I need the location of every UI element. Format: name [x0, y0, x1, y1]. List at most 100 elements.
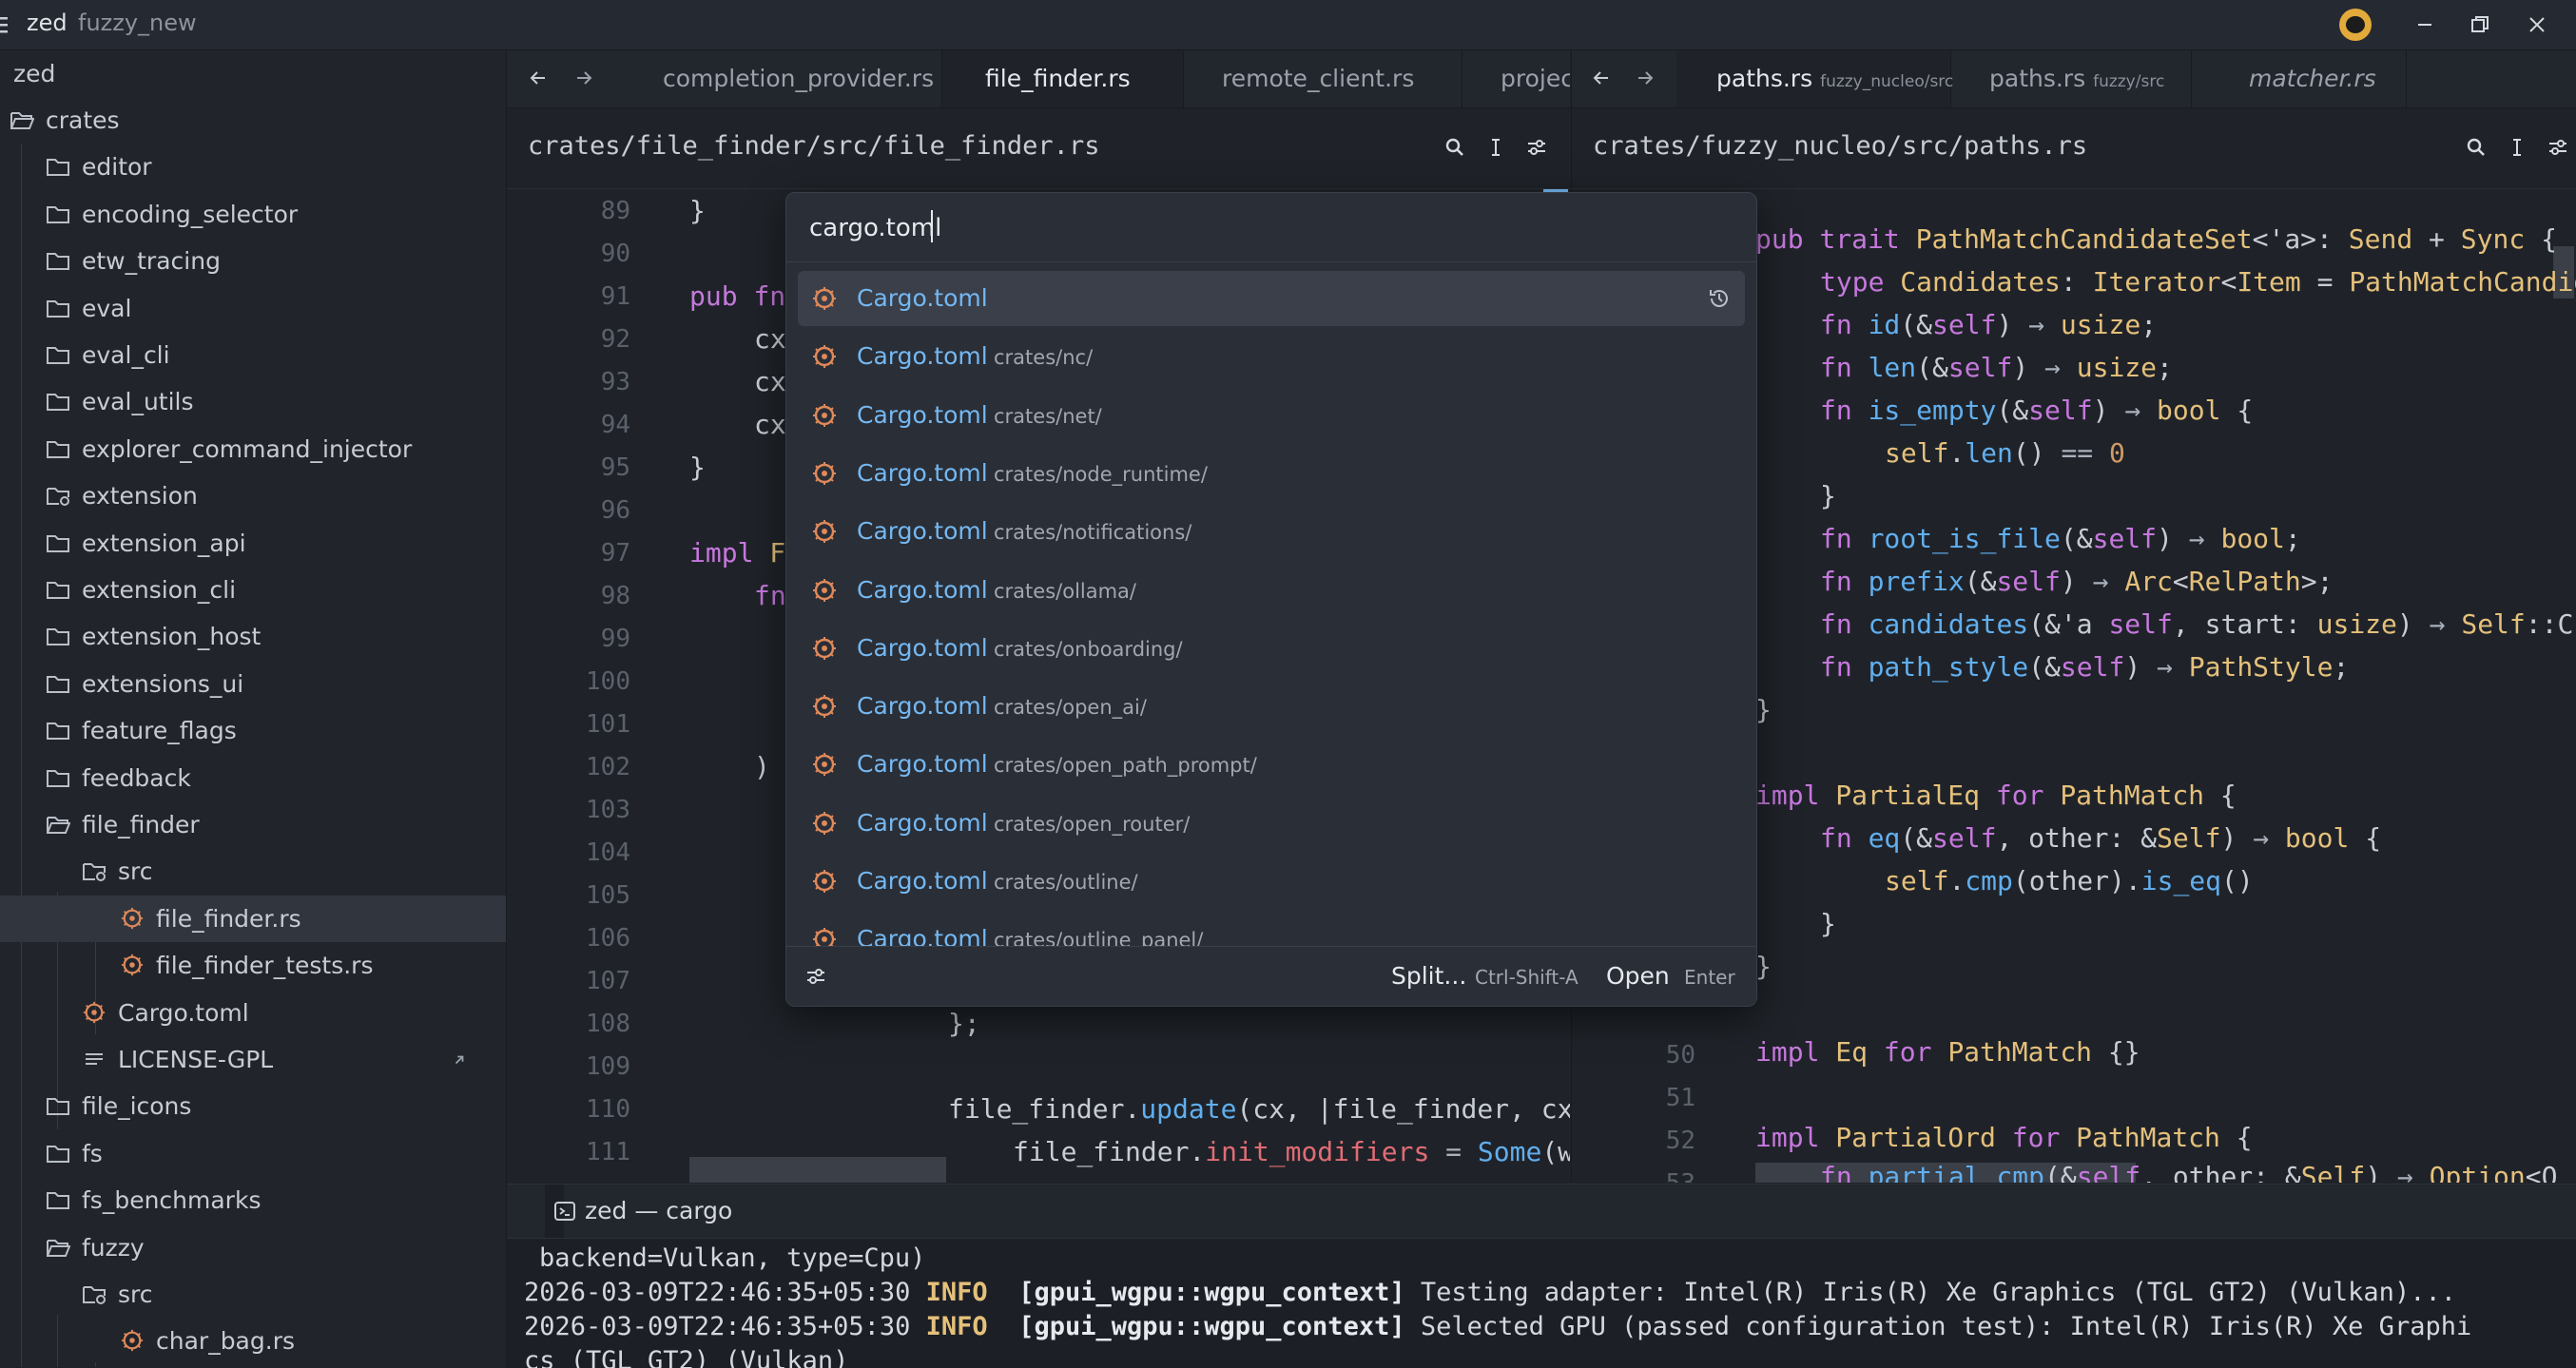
branch-name[interactable]: fuzzy_new — [78, 10, 197, 36]
tree-item[interactable]: fs_benchmarks — [0, 1177, 506, 1223]
tree-item-label: extension_cli — [82, 576, 237, 604]
tree-item[interactable]: extensions_ui — [0, 661, 506, 707]
code-line: cx — [754, 366, 786, 397]
tree-item[interactable]: file_finder — [0, 801, 506, 848]
tab-paths-fuzzy[interactable]: paths.rs fuzzy/src — [1951, 50, 2192, 107]
terminal-tab[interactable]: zed — cargo — [545, 1185, 732, 1238]
tree-item[interactable]: file_finder_tests.rs — [0, 942, 506, 989]
folder-icon — [46, 1142, 70, 1165]
finder-result-item[interactable]: Cargo.toml crates/net/ — [798, 388, 1745, 443]
code-line: } — [1755, 951, 1772, 982]
open-button[interactable]: Open — [1606, 962, 1670, 990]
tab-project[interactable]: project.rs — [1462, 50, 1570, 107]
text-cursor-icon[interactable] — [2505, 135, 2529, 160]
tree-item[interactable]: etw_tracing — [0, 238, 506, 284]
code-line: cx — [754, 323, 786, 355]
tree-item-label: eval_cli — [82, 341, 170, 369]
tree-item[interactable]: feedback — [0, 755, 506, 801]
finder-result-item[interactable]: Cargo.toml crates/open_path_prompt/ — [798, 737, 1745, 792]
rust-file-icon — [811, 461, 838, 486]
search-icon[interactable] — [1443, 135, 1467, 160]
breadcrumb[interactable]: crates/fuzzy_nucleo/src/paths.rs — [1593, 131, 2087, 161]
arrow-left-icon[interactable] — [526, 66, 551, 90]
tree-item[interactable]: feature_flags — [0, 707, 506, 754]
history-icon[interactable] — [1707, 286, 1732, 311]
tree-item[interactable]: extension_cli — [0, 567, 506, 613]
line-number: 110 — [586, 1095, 630, 1124]
sliders-icon[interactable] — [2546, 135, 2570, 160]
tab-file-finder[interactable]: file_finder.rs — [942, 50, 1184, 107]
tree-item[interactable]: file_icons — [0, 1083, 506, 1129]
tree-item[interactable]: extension_host — [0, 613, 506, 660]
arrow-left-icon[interactable] — [1589, 66, 1614, 90]
finder-result-item[interactable]: Cargo.toml crates/open_router/ — [798, 796, 1745, 851]
finder-result-item[interactable]: Cargo.toml crates/node_runtime/ — [798, 446, 1745, 501]
tree-item[interactable]: eval — [0, 285, 506, 332]
tree-item[interactable]: LICENSE-GPL — [0, 1036, 506, 1083]
minimize-icon[interactable] — [2411, 11, 2438, 38]
result-file-path: crates/net/ — [994, 404, 1102, 428]
tab-matcher[interactable]: matcher.rs — [2192, 50, 2407, 107]
tree-item[interactable]: editor — [0, 144, 506, 190]
line-number: 109 — [586, 1052, 630, 1081]
terminal-panel[interactable]: zed — cargo backend=Vulkan, type=Cpu) 20… — [507, 1184, 2576, 1368]
rust-file-icon — [82, 1001, 107, 1024]
tree-item[interactable]: src — [0, 1271, 506, 1318]
project-name[interactable]: zed — [27, 10, 68, 36]
sliders-icon[interactable] — [804, 964, 828, 989]
title-bar: zed fuzzy_new — [0, 0, 2576, 50]
code-line: fn is_empty(&self) → bool { — [1820, 395, 2254, 426]
code-line: ) — [754, 751, 770, 782]
tree-item[interactable]: Cargo.toml — [0, 990, 506, 1036]
close-icon[interactable] — [2524, 11, 2550, 38]
line-number: 101 — [586, 710, 630, 739]
finder-result-item[interactable]: Cargo.toml crates/nc/ — [798, 329, 1745, 384]
finder-result-item[interactable]: Cargo.toml crates/notifications/ — [798, 504, 1745, 559]
tree-item[interactable]: src — [0, 848, 506, 895]
folder-open-icon — [46, 813, 70, 836]
file-search-input[interactable] — [807, 210, 1724, 246]
folder-icon — [46, 390, 70, 413]
code-line: pub fn — [689, 280, 786, 312]
external-link-icon — [455, 1055, 464, 1065]
tab-paths-fuzzy-nucleo[interactable]: paths.rs fuzzy_nucleo/src — [1676, 50, 1953, 107]
user-avatar[interactable] — [2339, 9, 2372, 41]
text-cursor-icon[interactable] — [1483, 135, 1508, 160]
split-button[interactable]: Split... — [1391, 962, 1466, 990]
arrow-right-icon[interactable] — [1633, 66, 1657, 90]
result-file-path: crates/node_runtime/ — [994, 462, 1208, 486]
tree-item[interactable]: extension_api — [0, 520, 506, 567]
folder-icon — [46, 1188, 70, 1211]
breadcrumb[interactable]: crates/file_finder/src/file_finder.rs — [528, 131, 1099, 161]
tree-item[interactable]: fs — [0, 1130, 506, 1177]
tree-item[interactable]: fuzzy — [0, 1224, 506, 1271]
tab-remote-client[interactable]: remote_client.rs — [1184, 50, 1462, 107]
code-line: fn — [754, 580, 786, 611]
tree-item[interactable]: crates — [0, 97, 506, 144]
arrow-right-icon[interactable] — [571, 66, 596, 90]
tree-item[interactable]: char_bag.rs — [0, 1318, 506, 1364]
restore-icon[interactable] — [2467, 11, 2493, 38]
tree-item[interactable]: extension — [0, 472, 506, 519]
finder-result-item[interactable]: Cargo.toml — [798, 271, 1745, 326]
tree-item[interactable]: eval_utils — [0, 378, 506, 425]
finder-result-item[interactable]: Cargo.toml crates/open_ai/ — [798, 679, 1745, 734]
tree-item[interactable]: file_finder.rs — [0, 895, 506, 942]
folder-icon — [46, 249, 70, 272]
tree-item[interactable]: explorer_command_injector — [0, 426, 506, 472]
tree-item[interactable]: encoding_selector — [0, 191, 506, 238]
folder-open-icon — [10, 108, 34, 131]
right-breadcrumb-bar: crates/fuzzy_nucleo/src/paths.rs — [1571, 108, 2576, 189]
finder-result-item[interactable]: Cargo.toml crates/onboarding/ — [798, 621, 1745, 676]
horizontal-scrollbar[interactable] — [689, 1157, 946, 1183]
tree-root[interactable]: zed — [0, 50, 506, 97]
finder-result-item[interactable]: Cargo.toml crates/outline/ — [798, 854, 1745, 909]
finder-result-item[interactable]: Cargo.toml crates/ollama/ — [798, 563, 1745, 618]
tree-item-label: fs_benchmarks — [82, 1186, 261, 1215]
menu-icon[interactable] — [0, 13, 10, 36]
tree-item-label: file_finder — [82, 811, 200, 838]
tab-completion-provider[interactable]: completion_provider.rs — [613, 50, 942, 107]
search-icon[interactable] — [2464, 135, 2489, 160]
sliders-icon[interactable] — [1524, 135, 1549, 160]
tree-item[interactable]: eval_cli — [0, 332, 506, 378]
